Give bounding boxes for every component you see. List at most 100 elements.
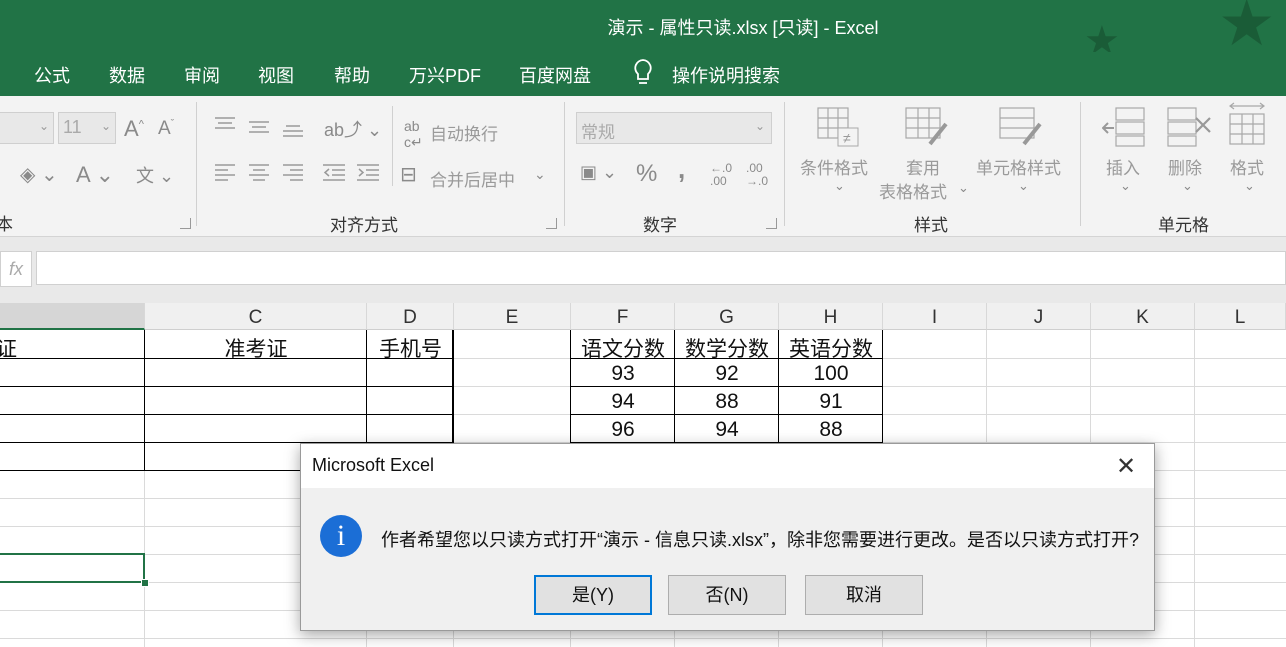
cell-f4[interactable]: 96 (571, 418, 675, 442)
column-header-d[interactable]: D (367, 303, 454, 330)
font-size-combo[interactable]: 11 ⌄ (58, 112, 116, 144)
fill-color-icon[interactable]: ◈ ⌄ (20, 162, 58, 187)
column-header-f[interactable]: F (571, 303, 675, 330)
cell-g1[interactable]: 数学分数 (675, 333, 779, 363)
font-color-icon[interactable]: A ⌄ (76, 162, 114, 188)
increase-decimal-button[interactable]: ←.0 .00 (710, 162, 732, 188)
lightbulb-icon[interactable] (633, 58, 653, 88)
cell-g4[interactable]: 94 (675, 418, 779, 442)
number-launcher-icon[interactable] (766, 218, 777, 229)
format-as-table-line2[interactable]: 表格格式 (879, 178, 947, 203)
svg-text:≠: ≠ (843, 130, 851, 146)
column-header-b[interactable] (0, 303, 145, 330)
cell-h1[interactable]: 英语分数 (779, 333, 883, 363)
font-name-combo[interactable]: ⌄ (0, 112, 54, 144)
increase-font-icon[interactable]: A^ (124, 116, 144, 142)
menu-baidu[interactable]: 百度网盘 (519, 62, 591, 88)
no-button[interactable]: 否(N) (668, 575, 786, 615)
menu-pdf[interactable]: 万兴PDF (409, 62, 481, 88)
column-header-l[interactable]: L (1195, 303, 1286, 330)
merge-dropdown-icon[interactable]: ⌄ (534, 166, 546, 183)
cell-styles-icon[interactable] (998, 106, 1044, 148)
insert-cells-icon[interactable] (1102, 106, 1148, 148)
format-dropdown-icon: ⌄ (1244, 178, 1255, 193)
conditional-format-icon[interactable]: ≠ (816, 106, 860, 148)
column-header-c[interactable]: C (145, 303, 367, 330)
increase-indent-icon[interactable] (356, 162, 380, 184)
wrap-text-button[interactable]: 自动换行 (430, 120, 498, 145)
font-size-value: 11 (63, 117, 82, 137)
styles-group-label: 样式 (914, 216, 948, 235)
cell-b1[interactable]: 证 (0, 333, 17, 363)
cell-g3[interactable]: 88 (675, 390, 779, 414)
menu-data[interactable]: 数据 (109, 62, 145, 88)
percent-button[interactable]: % (636, 160, 657, 188)
format-cells-button[interactable]: 格式 (1230, 154, 1264, 179)
cell-h2[interactable]: 100 (779, 362, 883, 386)
column-header-k[interactable]: K (1091, 303, 1195, 330)
cell-styles-dropdown-icon: ⌄ (1018, 178, 1029, 193)
cell-h3[interactable]: 91 (779, 390, 883, 414)
fill-handle[interactable] (141, 579, 149, 587)
title-bar: 演示 - 属性只读.xlsx [只读] - Excel ★ ★ (0, 0, 1286, 63)
format-as-table-line1[interactable]: 套用 (906, 154, 940, 179)
decrease-font-icon[interactable]: Aˇ (158, 118, 174, 140)
decrease-decimal-bottom: →.0 (746, 174, 769, 188)
column-header-h[interactable]: H (779, 303, 883, 330)
align-middle-icon[interactable] (248, 118, 270, 136)
align-right-icon[interactable] (282, 162, 304, 184)
table-dropdown-icon: ⌄ (958, 180, 969, 195)
cell-f2[interactable]: 93 (571, 362, 675, 386)
selected-cell[interactable] (0, 553, 145, 583)
orientation-icon[interactable]: ab⤴ ⌄ (324, 116, 382, 142)
formula-input[interactable] (36, 251, 1286, 285)
menu-review[interactable]: 审阅 (184, 62, 220, 88)
merge-center-button[interactable]: 合并后居中 (430, 166, 515, 191)
info-icon: i (320, 515, 362, 557)
align-left-icon[interactable] (214, 162, 236, 184)
number-format-value: 常规 (581, 123, 615, 142)
format-cells-icon[interactable] (1226, 102, 1270, 148)
align-center-icon[interactable] (248, 162, 270, 184)
conditional-format-button[interactable]: 条件格式 (800, 154, 868, 179)
currency-icon[interactable]: ▣ ⌄ (580, 162, 617, 183)
menu-help[interactable]: 帮助 (334, 62, 370, 88)
decrease-indent-icon[interactable] (322, 162, 346, 184)
font-launcher-icon[interactable] (180, 218, 191, 229)
merge-center-icon: ⊟ (400, 164, 417, 186)
phonetic-icon[interactable]: 文 ⌄ (136, 162, 174, 188)
cell-h4[interactable]: 88 (779, 418, 883, 442)
menu-view[interactable]: 视图 (258, 62, 294, 88)
tell-me-search[interactable]: 操作说明搜索 (672, 62, 780, 88)
alignment-group-label: 对齐方式 (330, 216, 398, 235)
cancel-button[interactable]: 取消 (805, 575, 923, 615)
column-header-e[interactable]: E (454, 303, 571, 330)
insert-function-button[interactable]: fx (0, 251, 32, 287)
wrap-text-icon: ab c↵ (404, 118, 423, 150)
insert-cells-button[interactable]: 插入 (1106, 154, 1140, 179)
comma-button[interactable]: , (678, 154, 685, 185)
cells-group-label: 单元格 (1158, 216, 1209, 235)
cell-f3[interactable]: 94 (571, 390, 675, 414)
cell-f1[interactable]: 语文分数 (571, 333, 675, 363)
delete-cells-button[interactable]: 删除 (1168, 154, 1202, 179)
align-bottom-icon[interactable] (282, 120, 304, 138)
cell-styles-button[interactable]: 单元格样式 (976, 154, 1061, 179)
cell-d1[interactable]: 手机号 (367, 333, 454, 363)
number-format-combo[interactable]: 常规 ⌄ (576, 112, 772, 144)
format-as-table-icon[interactable] (904, 106, 950, 148)
decrease-decimal-button[interactable]: .00 →.0 (746, 162, 768, 188)
cell-c1[interactable]: 准考证 (145, 333, 367, 363)
yes-button[interactable]: 是(Y) (534, 575, 652, 615)
column-header-i[interactable]: I (883, 303, 987, 330)
conditional-dropdown-icon: ⌄ (834, 178, 845, 193)
menu-formulas[interactable]: 公式 (34, 62, 70, 88)
dialog-title: Microsoft Excel (312, 455, 435, 475)
delete-cells-icon[interactable] (1166, 106, 1212, 148)
column-header-j[interactable]: J (987, 303, 1091, 330)
close-icon[interactable]: ✕ (1114, 452, 1138, 481)
align-top-icon[interactable] (214, 116, 236, 134)
alignment-launcher-icon[interactable] (546, 218, 557, 229)
cell-g2[interactable]: 92 (675, 362, 779, 386)
column-header-g[interactable]: G (675, 303, 779, 330)
